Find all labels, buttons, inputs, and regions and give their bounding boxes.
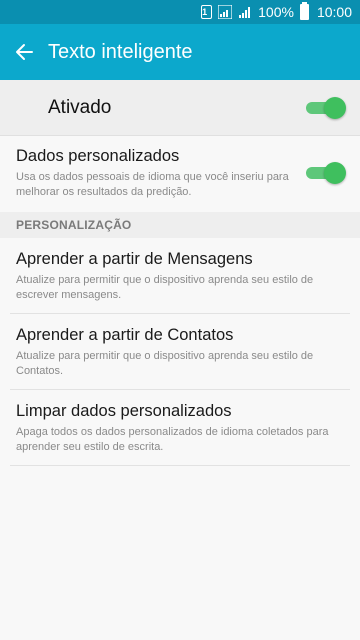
divider [10, 389, 350, 390]
list-item-learn-messages[interactable]: Aprender a partir de Mensagens Atualize … [0, 250, 360, 312]
personal-data-title: Dados personalizados [16, 146, 180, 165]
personal-data-subtitle: Usa os dados pessoais de idioma que você… [16, 170, 289, 198]
list-item-title: Limpar dados personalizados [16, 402, 232, 420]
back-button[interactable] [0, 24, 48, 80]
personal-data-toggle[interactable] [304, 161, 346, 185]
section-header: PERSONALIZAÇÃO [0, 212, 360, 238]
back-arrow-icon [16, 44, 33, 60]
toggle-thumb [324, 96, 346, 119]
list-item-title: Aprender a partir de Mensagens [16, 250, 253, 268]
list-item-clear-data[interactable]: Limpar dados personalizados Apaga todos … [0, 402, 360, 464]
list-item-learn-contacts[interactable]: Aprender a partir de Contatos Atualize p… [0, 326, 360, 388]
page-title: Texto inteligente [48, 40, 193, 63]
battery-percent: 100% [258, 4, 294, 20]
clock: 10:00 [316, 4, 352, 20]
list-item-subtitle: Atualize para permitir que o dispositivo… [16, 274, 314, 301]
sim-icon: 1 [201, 5, 213, 19]
signal-icon [218, 5, 233, 19]
personal-data-text: Dados personalizados Usa os dados pessoa… [16, 147, 301, 200]
battery-icon [299, 2, 309, 20]
personal-data-row[interactable]: Dados personalizados Usa os dados pessoa… [0, 136, 360, 210]
master-switch-label: Ativado [48, 96, 112, 118]
status-bar: 1 100% 10:00 [0, 0, 360, 24]
divider [10, 465, 350, 466]
toggle-thumb [324, 162, 346, 184]
list-item-title: Aprender a partir de Contatos [16, 326, 234, 344]
master-toggle[interactable] [304, 96, 346, 120]
list-item-subtitle: Apaga todos os dados personalizados de i… [16, 426, 329, 453]
divider [10, 313, 350, 314]
network-signal-icon [238, 5, 252, 19]
list-item-subtitle: Atualize para permitir que o dispositivo… [16, 350, 314, 377]
toolbar: Texto inteligente [0, 24, 360, 80]
master-switch-row[interactable]: Ativado [0, 80, 360, 136]
